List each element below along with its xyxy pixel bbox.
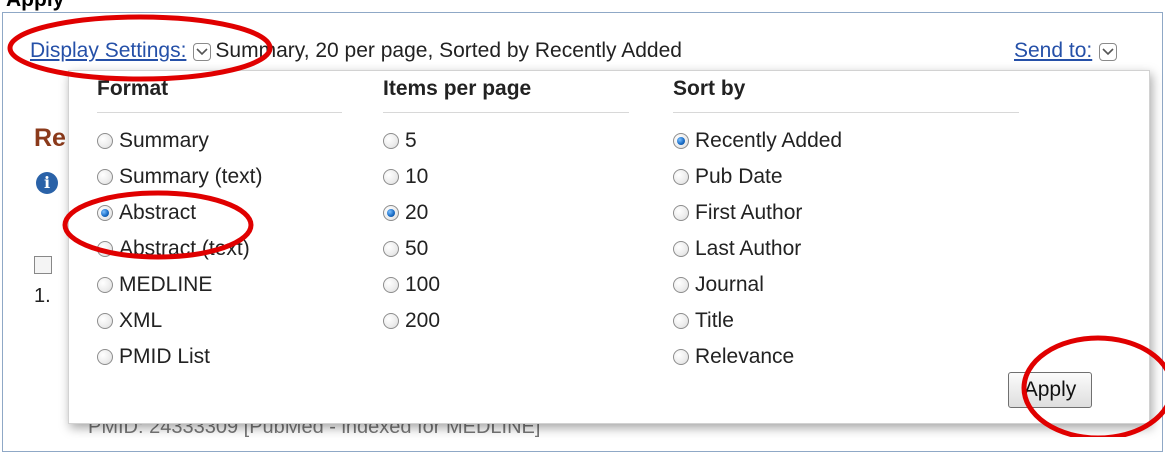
items-per-page-option[interactable]: 5: [383, 123, 629, 159]
send-to-link[interactable]: Send to:: [1014, 39, 1092, 63]
items-per-page-option[interactable]: 200: [383, 303, 629, 339]
format-option[interactable]: PMID List: [97, 339, 342, 375]
format-options: Summary Summary (text) Abstract Abstract (t…: [97, 123, 342, 375]
sort-by-option[interactable]: Recently Added: [673, 123, 1019, 159]
option-label: 50: [405, 237, 429, 260]
radio-button-icon[interactable]: [97, 277, 113, 293]
radio-button-icon[interactable]: [97, 313, 113, 329]
radio-button-icon[interactable]: [97, 205, 113, 221]
option-label: 5: [405, 129, 417, 152]
format-option[interactable]: Abstract: [97, 195, 342, 231]
radio-button-icon[interactable]: [383, 205, 399, 221]
option-label: XML: [119, 309, 163, 332]
top-strip: [0, 0, 1165, 12]
option-label: First Author: [695, 201, 803, 224]
sort-by-option[interactable]: First Author: [673, 195, 1019, 231]
radio-button-icon[interactable]: [383, 169, 399, 185]
option-label: Abstract: [119, 201, 197, 224]
option-label: 10: [405, 165, 429, 188]
items-per-page-column: Items per page 5 10 20 50 100 200: [383, 71, 629, 339]
radio-button-icon[interactable]: [673, 205, 689, 221]
option-label: Journal: [695, 273, 764, 296]
option-label: PMID List: [119, 345, 211, 368]
format-column: Format Summary Summary (text) Abstract Abst…: [97, 71, 342, 375]
sort-by-option[interactable]: Pub Date: [673, 159, 1019, 195]
apply-button[interactable]: Apply: [1008, 372, 1092, 408]
items-per-page-option[interactable]: 100: [383, 267, 629, 303]
radio-button-icon[interactable]: [673, 169, 689, 185]
radio-button-icon[interactable]: [97, 349, 113, 365]
radio-button-icon[interactable]: [673, 349, 689, 365]
items-per-page-option[interactable]: 50: [383, 231, 629, 267]
radio-button-icon[interactable]: [97, 241, 113, 257]
option-label: 100: [405, 273, 441, 296]
display-settings-popup: Format Summary Summary (text) Abstract Abst…: [68, 70, 1150, 424]
items-per-page-option[interactable]: 20: [383, 195, 629, 231]
results-heading: Re: [34, 124, 66, 152]
radio-button-icon[interactable]: [383, 133, 399, 149]
radio-button-icon[interactable]: [383, 241, 399, 257]
radio-button-icon[interactable]: [97, 133, 113, 149]
chevron-down-icon[interactable]: [193, 43, 212, 61]
radio-button-icon[interactable]: [673, 313, 689, 329]
option-label: Title: [695, 309, 734, 332]
format-header: Format: [97, 71, 342, 113]
page-heading-fragment: Apply: [6, 0, 64, 12]
format-option[interactable]: MEDLINE: [97, 267, 342, 303]
display-settings-summary: Summary, 20 per page, Sorted by Recently…: [215, 39, 682, 62]
chevron-down-icon[interactable]: [1099, 43, 1118, 61]
sort-by-header: Sort by: [673, 71, 1019, 113]
sort-by-column: Sort by Recently Added Pub Date First Auth…: [673, 71, 1019, 375]
option-label: 200: [405, 309, 441, 332]
radio-button-icon[interactable]: [673, 241, 689, 257]
radio-button-icon[interactable]: [383, 313, 399, 329]
info-icon[interactable]: i: [36, 172, 58, 194]
items-per-page-option[interactable]: 10: [383, 159, 629, 195]
result-checkbox[interactable]: [34, 256, 52, 274]
format-option[interactable]: Summary (text): [97, 159, 342, 195]
sort-by-option[interactable]: Title: [673, 303, 1019, 339]
display-settings-link[interactable]: Display Settings:: [30, 39, 186, 63]
radio-button-icon[interactable]: [97, 169, 113, 185]
option-label: Summary: [119, 129, 209, 152]
radio-button-icon[interactable]: [673, 277, 689, 293]
option-label: Summary (text): [119, 165, 263, 188]
send-to-control: Send to:: [1014, 36, 1121, 66]
option-label: 20: [405, 201, 429, 224]
radio-button-icon[interactable]: [383, 277, 399, 293]
sort-by-option[interactable]: Last Author: [673, 231, 1019, 267]
option-label: Relevance: [695, 345, 795, 368]
sort-by-options: Recently Added Pub Date First Author Last A…: [673, 123, 1019, 375]
sort-by-option[interactable]: Journal: [673, 267, 1019, 303]
option-label: Last Author: [695, 237, 802, 260]
format-option[interactable]: Abstract (text): [97, 231, 342, 267]
items-per-page-options: 5 10 20 50 100 200: [383, 123, 629, 339]
option-label: Recently Added: [695, 129, 843, 152]
option-label: Abstract (text): [119, 237, 250, 260]
items-per-page-header: Items per page: [383, 71, 629, 113]
display-settings-bar: Display Settings: Summary, 20 per page, …: [30, 36, 682, 66]
option-label: MEDLINE: [119, 273, 213, 296]
sort-by-option[interactable]: Relevance: [673, 339, 1019, 375]
format-option[interactable]: Summary: [97, 123, 342, 159]
format-option[interactable]: XML: [97, 303, 342, 339]
option-label: Pub Date: [695, 165, 783, 188]
result-number: 1.: [34, 285, 51, 307]
radio-button-icon[interactable]: [673, 133, 689, 149]
